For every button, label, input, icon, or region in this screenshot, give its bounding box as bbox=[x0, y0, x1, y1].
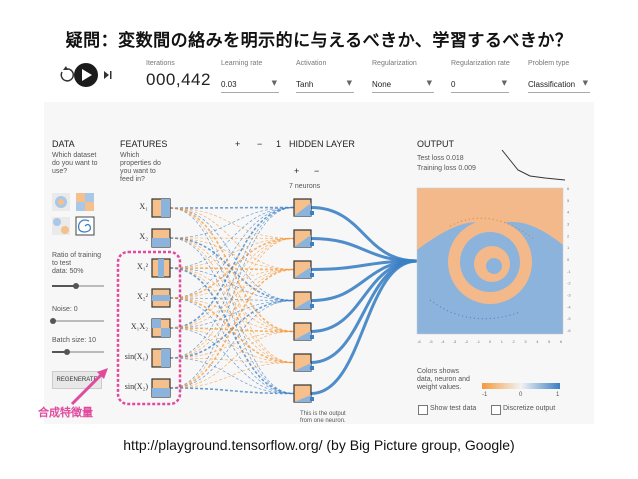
chevron-down-icon: ▼ bbox=[501, 79, 507, 87]
output-header: OUTPUT bbox=[417, 139, 454, 149]
regularization-select[interactable]: None ▼ bbox=[372, 78, 434, 93]
synthetic-features-annotation: 合成特徴量 bbox=[38, 406, 93, 419]
noise-label: Noise: 0 bbox=[52, 306, 78, 313]
neurons-count-label: 7 neurons bbox=[289, 183, 321, 190]
activation-label: Activation bbox=[296, 60, 327, 67]
features-header: FEATURES bbox=[120, 139, 168, 149]
regularization-label: Regularization bbox=[372, 60, 417, 67]
step-icon[interactable] bbox=[104, 71, 112, 79]
feature-label-x1-squared: X₁² bbox=[137, 262, 148, 271]
play-button[interactable] bbox=[74, 63, 98, 87]
feature-label-x1: X₁ bbox=[139, 202, 148, 211]
ratio-label: Ratio of training to test data: 50% bbox=[52, 252, 102, 275]
source-credit: http://playground.tensorflow.org/ (by Bi… bbox=[123, 437, 515, 453]
training-loss: Training loss 0.009 bbox=[417, 165, 476, 172]
scale-max: 1 bbox=[556, 392, 560, 398]
activation-value: Tanh bbox=[296, 80, 314, 89]
scale-mid: 0 bbox=[519, 392, 523, 398]
chevron-down-icon: ▼ bbox=[346, 79, 352, 87]
features-prompt: Which properties do you want to feed in? bbox=[120, 152, 161, 183]
iterations-label: Iterations bbox=[146, 60, 175, 67]
data-prompt: Which dataset do you want to use? bbox=[52, 152, 98, 175]
chevron-down-icon: ▼ bbox=[426, 79, 432, 87]
show-test-data-checkbox[interactable] bbox=[418, 405, 428, 415]
chevron-down-icon: ▼ bbox=[582, 79, 588, 87]
chevron-down-icon: ▼ bbox=[271, 79, 277, 87]
feature-label-x2: X₂ bbox=[139, 232, 148, 241]
feature-label-sin-x2: sin(X₂) bbox=[124, 382, 148, 391]
feature-label-x2-squared: X₂² bbox=[137, 292, 148, 301]
layer-count: 1 bbox=[276, 139, 282, 149]
learning-rate-value: 0.03 bbox=[221, 80, 237, 89]
regenerate-button[interactable]: REGENERATE bbox=[52, 371, 102, 389]
feature-label-sin-x1: sin(X₁) bbox=[124, 352, 148, 361]
iterations-counter: 000,442 bbox=[146, 70, 211, 89]
problem-type-select[interactable]: Classification ▼ bbox=[528, 78, 590, 93]
add-neuron-button[interactable]: + bbox=[294, 166, 299, 176]
discretize-checkbox[interactable] bbox=[491, 405, 501, 415]
reg-rate-select[interactable]: 0 ▼ bbox=[451, 78, 509, 93]
learning-rate-label: Learning rate bbox=[221, 60, 263, 67]
neuron-output-note: This is the output from one neuron. bbox=[300, 411, 346, 424]
learning-rate-select[interactable]: 0.03 ▼ bbox=[221, 78, 279, 93]
data-header: DATA bbox=[52, 139, 75, 149]
reg-rate-label: Regularization rate bbox=[451, 60, 510, 67]
reset-icon[interactable] bbox=[60, 66, 74, 82]
colors-note: Colors shows data, neuron and weight val… bbox=[417, 368, 470, 391]
remove-neuron-button[interactable]: − bbox=[314, 166, 319, 176]
remove-layer-button[interactable]: − bbox=[257, 139, 262, 149]
problem-type-label: Problem type bbox=[528, 60, 570, 67]
discretize-label: Discretize output bbox=[503, 405, 556, 412]
feature-label-x1x2: X₁X₂ bbox=[130, 322, 148, 331]
batch-size-label: Batch size: 10 bbox=[52, 337, 96, 344]
problem-type-value: Classification bbox=[528, 80, 576, 89]
reg-rate-value: 0 bbox=[451, 80, 456, 89]
add-layer-button[interactable]: + bbox=[235, 139, 240, 149]
activation-select[interactable]: Tanh ▼ bbox=[296, 78, 354, 93]
hidden-layer-header: HIDDEN LAYER bbox=[289, 139, 355, 149]
regularization-value: None bbox=[372, 80, 392, 89]
scale-min: -1 bbox=[482, 392, 488, 398]
show-test-data-label: Show test data bbox=[430, 405, 477, 412]
test-loss: Test loss 0.018 bbox=[417, 155, 464, 162]
